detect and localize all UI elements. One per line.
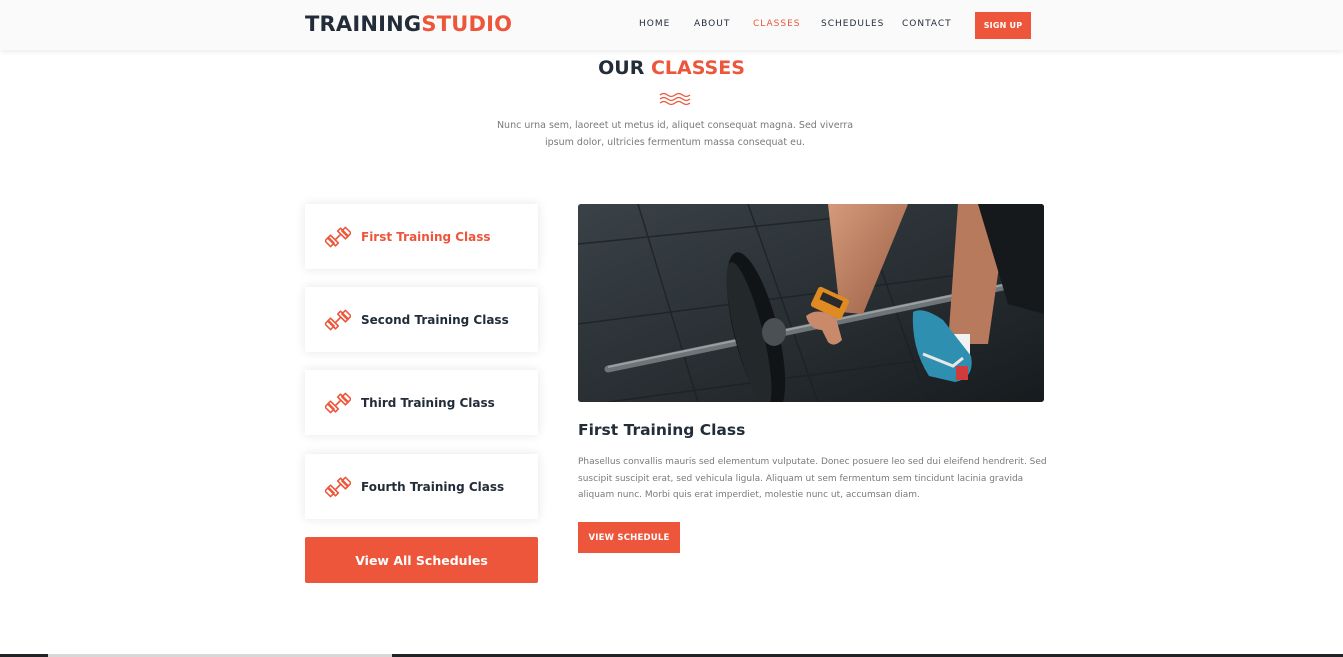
tab-label: Second Training Class (361, 312, 509, 327)
tab-second-training-class[interactable]: Second Training Class (305, 287, 538, 352)
class-description: Phasellus convallis mauris sed elementum… (578, 457, 1047, 500)
view-schedule-button[interactable]: VIEW SCHEDULE (578, 522, 680, 553)
dumbbell-icon (325, 392, 351, 414)
dumbbell-icon (325, 226, 351, 248)
site-logo[interactable]: TRAININGSTUDIO (305, 12, 512, 36)
dumbbell-icon (325, 476, 351, 498)
tab-label: Third Training Class (361, 395, 495, 410)
dumbbell-icon (325, 309, 351, 331)
section-title: OUR CLASSES (0, 57, 1343, 79)
nav-about[interactable]: ABOUT (694, 19, 730, 29)
logo-main-text: TRAINING (305, 12, 422, 36)
tab-label: First Training Class (361, 229, 491, 244)
nav-home[interactable]: HOME (639, 19, 670, 29)
tab-first-training-class[interactable]: First Training Class (305, 204, 538, 269)
site-header: TRAININGSTUDIO HOME ABOUT CLASSES SCHEDU… (0, 0, 1343, 50)
tab-third-training-class[interactable]: Third Training Class (305, 370, 538, 435)
barbell-workout-image (578, 204, 1044, 402)
section-title-main: OUR (598, 57, 645, 79)
nav-classes[interactable]: CLASSES (753, 19, 801, 29)
nav-contact[interactable]: CONTACT (902, 19, 952, 29)
class-photo (578, 204, 1044, 402)
wave-divider-icon (659, 92, 691, 106)
signup-button[interactable]: SIGN UP (975, 12, 1031, 39)
tab-label: Fourth Training Class (361, 479, 505, 494)
section-title-accent: CLASSES (650, 57, 745, 79)
view-all-schedules-button[interactable]: View All Schedules (305, 537, 538, 583)
logo-accent-text: STUDIO (421, 12, 513, 36)
section-description: Nunc urna sem, laoreet ut metus id, aliq… (496, 120, 854, 148)
tab-fourth-training-class[interactable]: Fourth Training Class (305, 454, 538, 519)
class-title: First Training Class (578, 421, 746, 439)
nav-schedules[interactable]: SCHEDULES (821, 19, 884, 29)
